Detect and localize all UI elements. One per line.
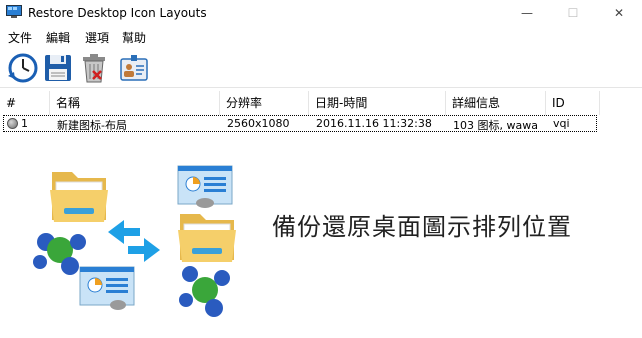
row-index: 1: [21, 117, 28, 130]
window-title: Restore Desktop Icon Layouts: [28, 6, 207, 20]
row-resolution: 2560x1080: [227, 117, 290, 130]
banner-caption: 備份還原桌面圖示排列位置: [272, 213, 572, 241]
list-header: # 名稱 分辨率 日期-時間 詳細信息 ID: [0, 91, 600, 115]
network-balls-icon: [179, 266, 230, 317]
backup-restore-illustration: [33, 165, 236, 317]
toolbar: [0, 48, 642, 88]
trash-delete-icon[interactable]: [78, 52, 110, 84]
column-header-resolution[interactable]: 分辨率: [220, 91, 309, 115]
maximize-button[interactable]: ☐: [550, 0, 596, 26]
row-status-icon: [7, 118, 18, 129]
dashboard-card-icon: [177, 165, 233, 208]
exchange-arrows-icon: [108, 220, 160, 262]
menu-edit[interactable]: 編輯: [46, 29, 70, 46]
row-details: 103 图标, wawa: [453, 119, 538, 132]
menu-file[interactable]: 文件: [8, 29, 32, 46]
row-name: 新建图标-布局: [57, 119, 127, 132]
column-header-details[interactable]: 詳細信息: [446, 91, 546, 115]
menu-options[interactable]: 選項: [85, 29, 109, 46]
promo-banner: 備份還原桌面圖示排列位置: [0, 150, 642, 338]
minimize-button[interactable]: —: [504, 0, 550, 26]
folder-icon: [50, 172, 108, 222]
column-header-name[interactable]: 名稱: [50, 91, 220, 115]
clock-restore-icon[interactable]: [6, 52, 38, 84]
app-monitor-icon: [6, 5, 22, 18]
dashboard-card-icon: [79, 266, 135, 310]
table-row[interactable]: 1 新建图标-布局 2560x1080 2016.11.16 11:32:38 …: [3, 115, 597, 132]
column-header-id[interactable]: ID: [546, 91, 600, 115]
row-id: vqi: [553, 117, 570, 130]
network-balls-icon: [33, 233, 86, 275]
column-header-datetime[interactable]: 日期-時間: [309, 91, 446, 115]
row-datetime: 2016.11.16 11:32:38: [316, 117, 432, 130]
title-bar[interactable]: Restore Desktop Icon Layouts — ☐ ✕: [0, 0, 642, 26]
column-header-index[interactable]: #: [0, 91, 50, 115]
id-card-icon[interactable]: [118, 52, 150, 84]
menu-help[interactable]: 幫助: [122, 29, 146, 46]
folder-icon: [178, 214, 236, 262]
close-button[interactable]: ✕: [596, 0, 642, 26]
save-disk-icon[interactable]: [42, 52, 74, 84]
menu-bar: 文件 編輯 選項 幫助: [0, 27, 642, 47]
